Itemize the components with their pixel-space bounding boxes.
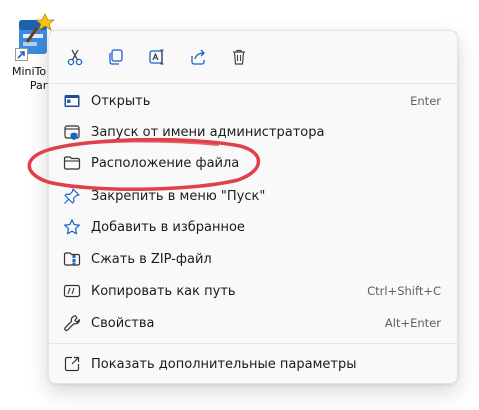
run-as-admin-icon — [63, 123, 81, 141]
more-options-icon — [63, 355, 81, 373]
context-toolbar — [57, 39, 257, 75]
cut-button[interactable] — [57, 39, 93, 75]
menu-item-file-location[interactable]: Расположение файла — [55, 148, 451, 178]
menu-item-show-more-options[interactable]: Показать дополнительные параметры — [55, 349, 451, 379]
menu-item-copy-as-path[interactable]: Копировать как путь Ctrl+Shift+C — [55, 276, 451, 306]
rename-button[interactable] — [139, 39, 175, 75]
pin-icon — [63, 187, 81, 205]
menu-item-properties[interactable]: Свойства Alt+Enter — [55, 308, 451, 338]
star-icon — [63, 218, 81, 236]
copy-button[interactable] — [98, 39, 134, 75]
open-icon — [63, 92, 81, 110]
folder-icon — [63, 154, 81, 172]
delete-button[interactable] — [221, 39, 257, 75]
menu-item-label: Расположение файла — [91, 155, 240, 171]
share-icon — [191, 49, 205, 65]
rename-icon — [149, 49, 164, 65]
menu-item-open[interactable]: Открыть Enter — [55, 86, 451, 116]
menu-item-shortcut: Ctrl+Shift+C — [367, 284, 441, 298]
share-button[interactable] — [180, 39, 216, 75]
desktop: MiniTo Partiti Открыть Enter Запуск от и… — [0, 0, 479, 410]
menu-item-label: Показать дополнительные параметры — [91, 356, 357, 372]
delete-icon — [233, 49, 245, 65]
menu-separator — [49, 343, 457, 344]
zip-icon — [63, 250, 81, 268]
menu-item-label: Закрепить в меню "Пуск" — [91, 188, 266, 204]
wrench-icon — [63, 314, 81, 332]
menu-item-compress-zip[interactable]: Сжать в ZIP-файл — [55, 244, 451, 274]
menu-item-label: Свойства — [91, 315, 155, 331]
menu-item-add-to-favorites[interactable]: Добавить в избранное — [55, 212, 451, 242]
menu-item-pin-to-start[interactable]: Закрепить в меню "Пуск" — [55, 181, 451, 211]
menu-item-label: Добавить в избранное — [91, 219, 245, 235]
menu-item-label: Сжать в ZIP-файл — [91, 251, 212, 267]
menu-item-shortcut: Alt+Enter — [384, 316, 441, 330]
shortcut-arrow-icon — [15, 48, 28, 61]
menu-item-shortcut: Enter — [410, 94, 441, 108]
toolbar-separator — [49, 83, 457, 84]
menu-item-run-as-admin[interactable]: Запуск от имени администратора — [55, 117, 451, 147]
cut-icon — [67, 49, 83, 66]
menu-item-label: Копировать как путь — [91, 283, 236, 299]
menu-item-label: Запуск от имени администратора — [91, 124, 325, 140]
copy-icon — [109, 49, 123, 65]
menu-item-label: Открыть — [91, 93, 151, 109]
context-menu: Открыть Enter Запуск от имени администра… — [48, 30, 458, 384]
copy-path-icon — [63, 282, 81, 300]
